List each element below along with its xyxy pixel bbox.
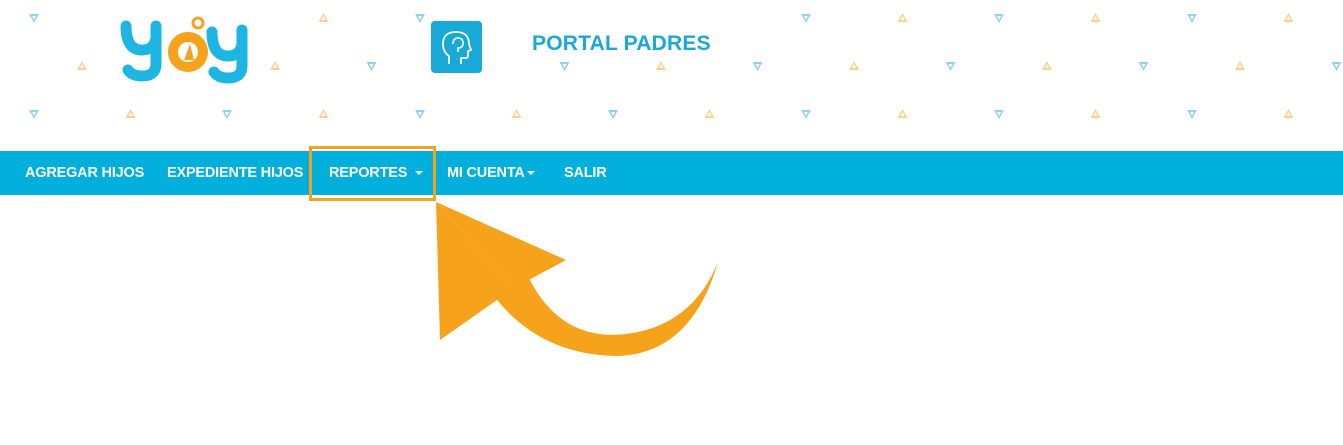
pattern-triangle	[801, 110, 811, 119]
pattern-triangle	[125, 109, 136, 118]
pattern-triangle	[1042, 61, 1052, 70]
pattern-triangle	[945, 62, 956, 71]
pattern-triangle	[366, 62, 377, 71]
nav-label: SALIR	[564, 165, 607, 181]
pattern-triangle	[1090, 109, 1101, 118]
nav-label: AGREGAR HIJOS	[25, 165, 145, 181]
curved-arrow-icon	[436, 202, 718, 356]
pattern-triangle	[994, 14, 1004, 23]
pattern-triangle	[1235, 61, 1245, 70]
pattern-triangle	[318, 109, 329, 118]
pattern-triangle	[77, 61, 87, 70]
pattern-triangle	[849, 61, 859, 70]
pattern-triangle	[752, 62, 763, 71]
caret-down-icon	[415, 171, 424, 175]
portal-title: PORTAL PADRES	[532, 32, 711, 55]
pattern-triangle	[29, 14, 39, 23]
pattern-triangle	[1090, 13, 1101, 22]
pattern-triangle	[704, 109, 715, 118]
pattern-triangle	[608, 110, 618, 119]
pattern-triangle	[1187, 110, 1197, 119]
header: PORTAL PADRES	[0, 0, 1343, 151]
pattern-triangle	[656, 61, 666, 70]
pattern-triangle	[559, 62, 570, 71]
pattern-triangle	[801, 14, 811, 23]
pattern-triangle	[318, 13, 329, 22]
main-navbar: AGREGAR HIJOS EXPEDIENTE HIJOS REPORTES …	[0, 151, 1343, 195]
nav-label: MI CUENTA	[447, 165, 525, 181]
pattern-triangle	[1283, 109, 1294, 118]
nav-label: REPORTES	[329, 165, 408, 181]
pattern-triangle	[1138, 62, 1149, 71]
pattern-triangle	[897, 109, 908, 118]
nav-reportes-dropdown[interactable]: REPORTES	[329, 151, 424, 195]
nav-salir[interactable]: SALIR	[564, 151, 607, 195]
pattern-triangle	[1283, 13, 1294, 22]
nav-mi-cuenta-dropdown[interactable]: MI CUENTA	[447, 151, 535, 195]
portal-page: PORTAL PADRES AGREGAR HIJOS EXPEDIENTE H…	[0, 0, 1343, 445]
pattern-triangle	[270, 61, 280, 70]
pattern-triangle	[29, 110, 39, 119]
pattern-triangle	[415, 14, 425, 23]
yoy-logo[interactable]	[120, 14, 260, 84]
caret-down-icon	[526, 171, 535, 175]
nav-expediente-hijos[interactable]: EXPEDIENTE HIJOS	[167, 151, 303, 195]
nav-label: EXPEDIENTE HIJOS	[167, 165, 304, 181]
pattern-triangle	[1187, 14, 1197, 23]
pattern-triangle	[897, 13, 908, 22]
pattern-triangle	[994, 110, 1004, 119]
pattern-triangle	[1331, 62, 1342, 71]
nav-agregar-hijos[interactable]: AGREGAR HIJOS	[25, 151, 144, 195]
pattern-triangle	[415, 110, 425, 119]
pattern-triangle	[222, 110, 232, 119]
person-head-icon	[431, 21, 482, 73]
pattern-triangle	[511, 109, 522, 118]
